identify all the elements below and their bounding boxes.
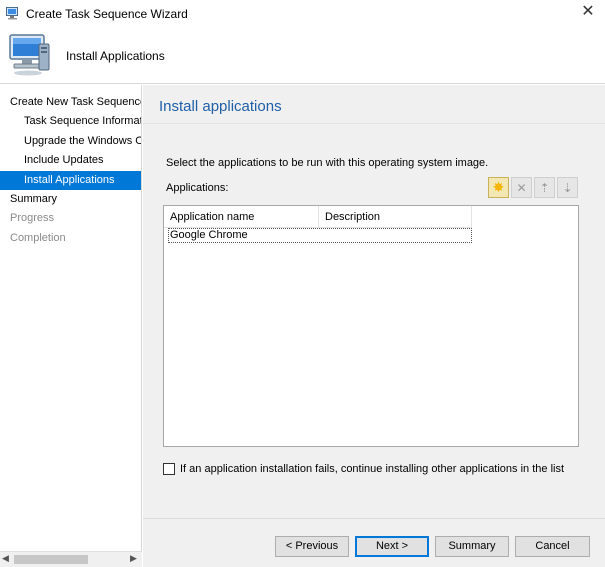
page-title: Install applications	[159, 98, 282, 115]
move-up-button[interactable]: ⇡	[534, 177, 555, 198]
close-window-button[interactable]: ✕	[576, 2, 600, 24]
wizard-page-content: Install applications Select the applicat…	[143, 85, 605, 518]
previous-button[interactable]: < Previous	[275, 536, 349, 557]
close-icon: ✕	[581, 3, 595, 20]
column-header-description[interactable]: Description	[319, 206, 472, 228]
sidebar-item-completion: Completion	[10, 232, 66, 244]
move-down-icon: ⇣	[562, 180, 573, 195]
continue-on-error-checkbox[interactable]	[163, 463, 175, 475]
list-column-headers: Application name Description	[164, 206, 472, 228]
instruction-text: Select the applications to be run with t…	[166, 157, 489, 169]
move-up-icon: ⇡	[539, 180, 550, 195]
applications-label: Applications:	[166, 182, 229, 194]
computer-icon	[9, 34, 50, 76]
title-divider	[143, 123, 605, 124]
wizard-steps-sidebar: Create New Task Sequence Task Sequence I…	[0, 85, 142, 567]
wizard-app-icon	[6, 7, 18, 20]
summary-button[interactable]: Summary	[435, 536, 509, 557]
wizard-footer: < Previous Next > Summary Cancel	[143, 518, 605, 567]
move-down-button[interactable]: ⇣	[557, 177, 578, 198]
applications-list[interactable]: Application name Description Google Chro…	[163, 205, 579, 447]
cancel-button[interactable]: Cancel	[515, 536, 590, 557]
scroll-right-icon[interactable]: ▶	[130, 553, 137, 564]
next-button[interactable]: Next >	[355, 536, 429, 557]
delete-application-button[interactable]: ✕	[511, 177, 532, 198]
scroll-left-icon[interactable]: ◀	[2, 553, 9, 564]
application-name-cell: Google Chrome	[170, 229, 248, 241]
column-header-application-name[interactable]: Application name	[164, 206, 319, 228]
wizard-header: Install Applications	[0, 28, 605, 84]
sidebar-item-include-updates[interactable]: Include Updates	[0, 151, 141, 170]
header-title: Install Applications	[66, 49, 165, 63]
sidebar-item-progress: Progress	[10, 212, 55, 224]
table-row[interactable]: Google Chrome	[168, 228, 472, 243]
continue-on-error-label[interactable]: If an application installation fails, co…	[180, 463, 564, 475]
new-icon: ✸	[492, 179, 505, 195]
new-application-button[interactable]: ✸	[488, 177, 509, 198]
sidebar-item-create-new-task-sequence[interactable]: Create New Task Sequence	[0, 93, 141, 112]
sidebar-item-install-applications[interactable]: Install Applications	[0, 171, 141, 190]
sidebar-item-upgrade-windows[interactable]: Upgrade the Windows Operating System	[0, 132, 141, 151]
window-title: Create Task Sequence Wizard	[26, 7, 188, 21]
title-bar: Create Task Sequence Wizard ✕	[0, 0, 605, 28]
sidebar-horizontal-scrollbar[interactable]: ◀ ▶	[0, 551, 142, 567]
sidebar-item-summary[interactable]: Summary	[0, 190, 141, 209]
delete-icon: ✕	[516, 180, 527, 195]
scrollbar-thumb[interactable]	[14, 555, 88, 564]
sidebar-item-task-sequence-information[interactable]: Task Sequence Information	[0, 112, 141, 131]
